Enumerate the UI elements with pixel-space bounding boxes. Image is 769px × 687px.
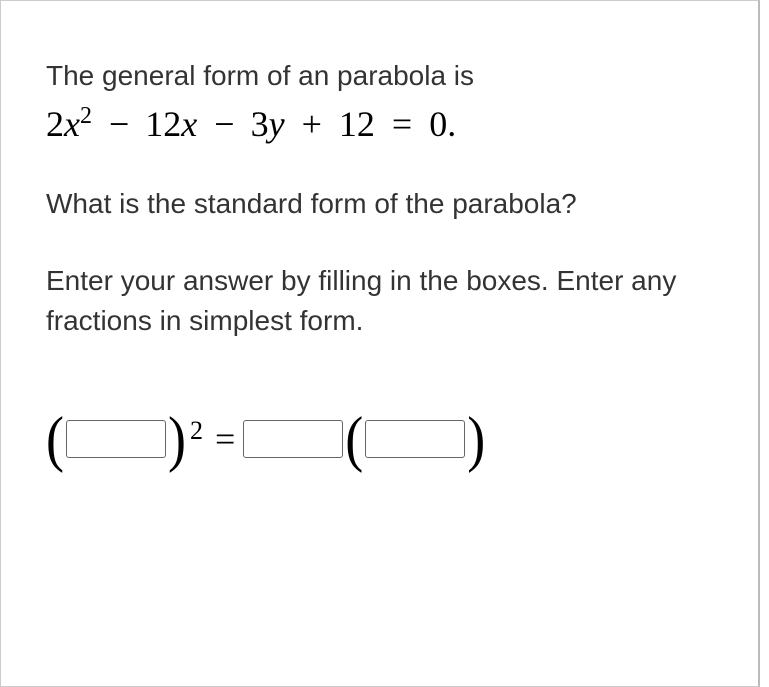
- var-x1: x: [64, 104, 80, 144]
- prompt-intro: The general form of an parabola is: [46, 56, 713, 95]
- operator-plus: +: [302, 104, 322, 144]
- left-paren-1: (: [46, 408, 64, 470]
- coef-3: 3: [251, 104, 269, 144]
- answer-box-3[interactable]: [365, 420, 465, 458]
- const-12: 12: [339, 104, 375, 144]
- right-paren-1: ): [168, 408, 186, 470]
- equals-sign: =: [392, 104, 412, 144]
- answer-template: ( ) 2 = ( ): [46, 412, 713, 466]
- exponent-1: 2: [80, 103, 92, 129]
- var-x2: x: [181, 104, 197, 144]
- equals-symbol: =: [215, 418, 235, 460]
- answer-box-2[interactable]: [243, 420, 343, 458]
- instruction-text: Enter your answer by filling in the boxe…: [46, 261, 713, 342]
- right-paren-2: ): [467, 408, 485, 470]
- left-paren-2: (: [345, 408, 363, 470]
- answer-box-1[interactable]: [66, 420, 166, 458]
- operator-minus-1: −: [109, 104, 128, 144]
- operator-minus-2: −: [214, 104, 233, 144]
- rhs-zero: 0.: [429, 104, 456, 144]
- general-form-equation: 2x2 − 12x − 3y + 12 = 0.: [46, 101, 713, 148]
- var-y: y: [269, 104, 285, 144]
- coef-2: 12: [145, 104, 181, 144]
- question-card: The general form of an parabola is 2x2 −…: [0, 0, 760, 687]
- question-text: What is the standard form of the parabol…: [46, 184, 713, 225]
- coef-1: 2: [46, 104, 64, 144]
